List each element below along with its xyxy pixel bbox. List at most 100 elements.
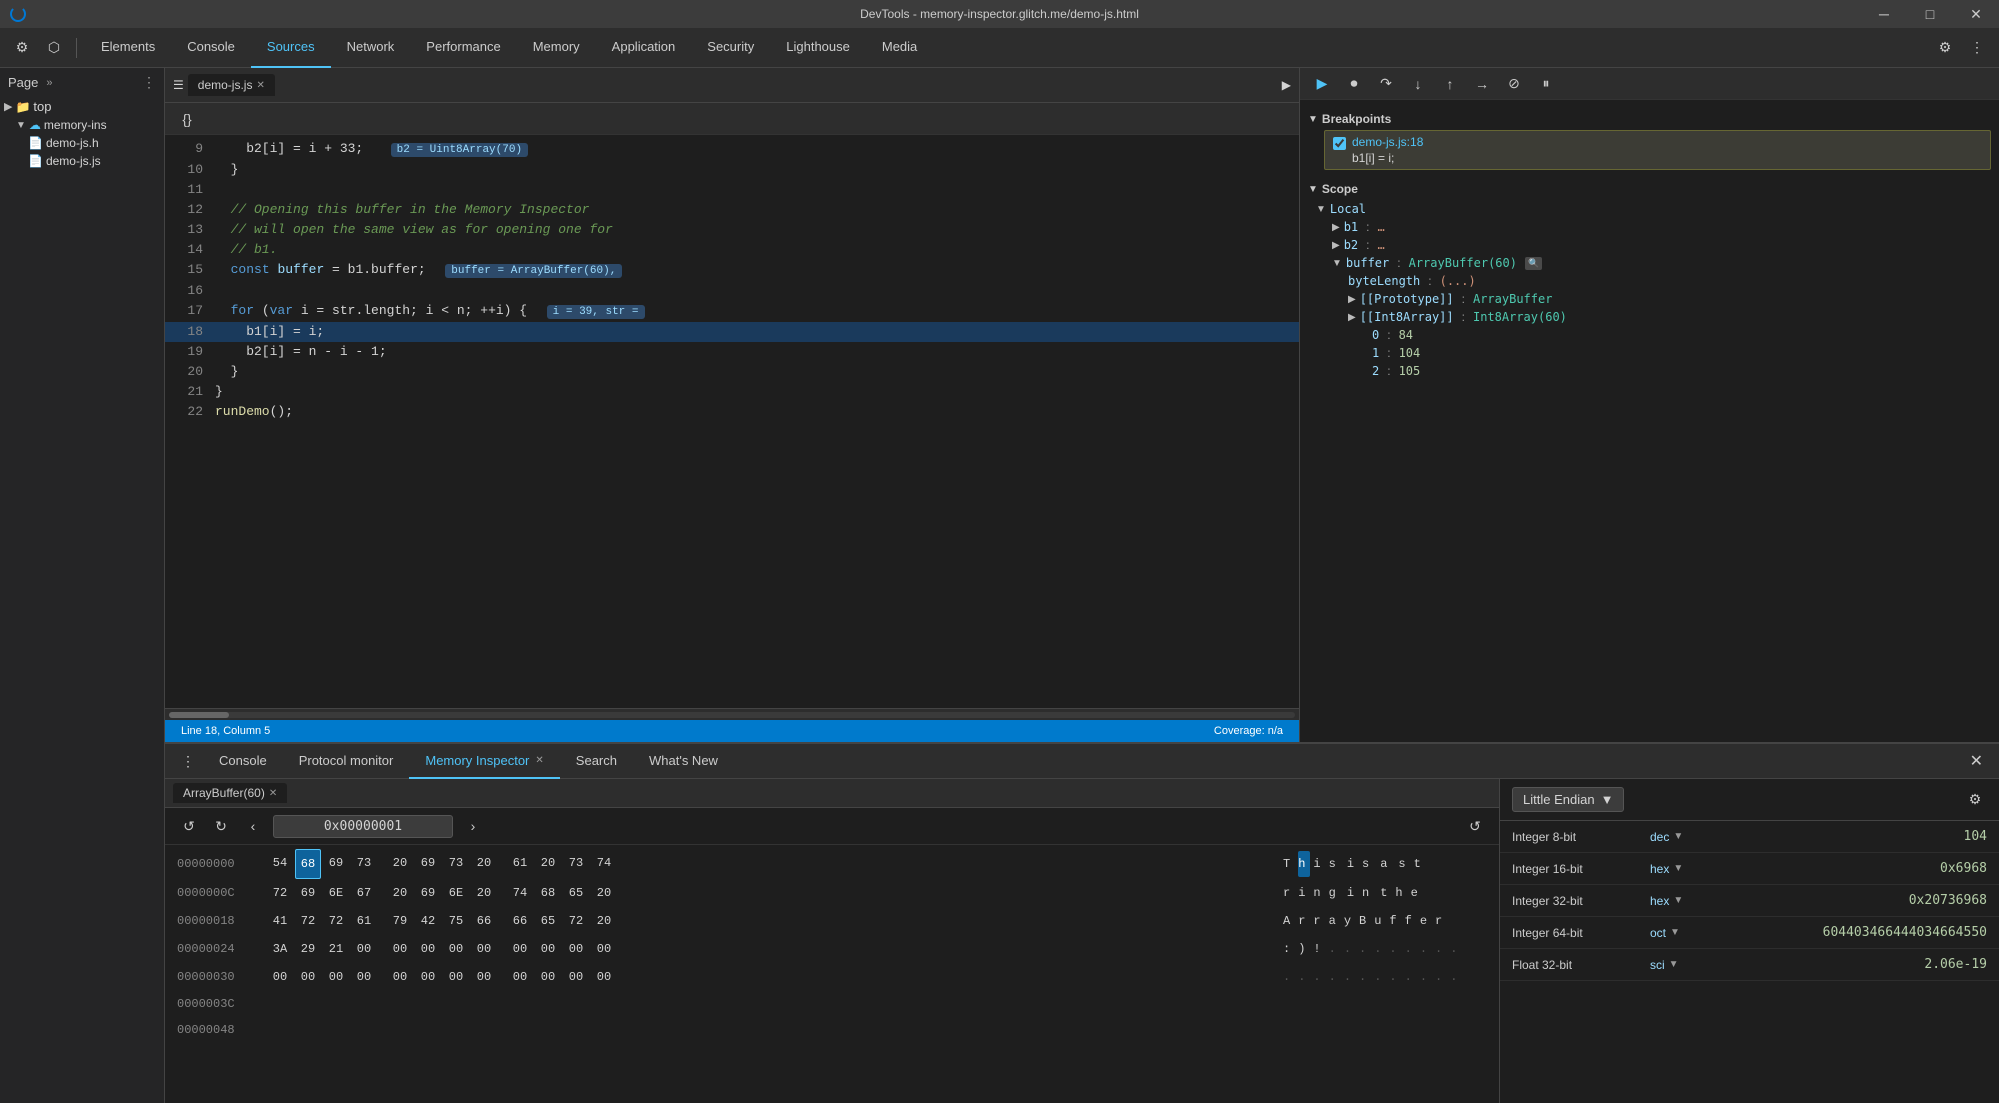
b2-expand-icon: ▶ [1332, 240, 1340, 251]
scope-prototype[interactable]: ▶ [[Prototype]]:ArrayBuffer [1340, 290, 1991, 308]
sidebar-file1[interactable]: 📄 demo-js.h [0, 134, 164, 152]
di-format-int8[interactable]: dec ▼ [1650, 830, 1710, 844]
tab-application[interactable]: Application [596, 28, 692, 68]
scope-header[interactable]: ▼ Scope [1308, 178, 1991, 200]
code-line-16: 16 [165, 281, 1299, 301]
scrollbar-thumb[interactable] [169, 712, 229, 718]
editor-tab-close[interactable]: ✕ [256, 80, 264, 91]
more-icon[interactable]: ⋮ [1963, 34, 1991, 62]
bottom-tab-search[interactable]: Search [560, 744, 633, 779]
tab-lighthouse[interactable]: Lighthouse [770, 28, 866, 68]
breakpoint-checkbox[interactable] [1333, 137, 1346, 150]
resume-button[interactable]: ▶ [1308, 70, 1336, 98]
minimize-button[interactable]: ─ [1861, 0, 1907, 28]
di-format-int16[interactable]: hex ▼ [1650, 862, 1710, 876]
hex-byte[interactable]: 20 [471, 849, 497, 879]
bottom-panel-toggle[interactable]: ⋮ [173, 753, 203, 770]
sidebar-toggle-icon[interactable]: ☰ [173, 78, 184, 92]
code-scrollbar[interactable] [165, 708, 1299, 720]
deactivate-breakpoints-button[interactable]: ⊘ [1500, 70, 1528, 98]
sidebar-more-icon[interactable]: » [46, 77, 52, 89]
sidebar-memory-ins[interactable]: ▼ ☁ memory-ins [0, 116, 164, 134]
scrollbar-track[interactable] [169, 712, 1295, 718]
page-label[interactable]: Page [8, 75, 38, 90]
pause-on-exception-button[interactable]: ⏺ [1340, 70, 1368, 98]
hex-byte[interactable]: 73 [563, 849, 589, 879]
main-toolbar: ⚙ ⬡ Elements Console Sources Network Per… [0, 28, 1999, 68]
sidebar-expand-btn[interactable]: ▶ 📁 top [0, 97, 164, 116]
scope-b2[interactable]: ▶ b2:… [1324, 236, 1991, 254]
code-area[interactable]: 9 b2[i] = i + 33; b2 = Uint8Array(70) 10… [165, 135, 1299, 708]
maximize-button[interactable]: □ [1907, 0, 1953, 28]
bottom-tab-protocol[interactable]: Protocol monitor [283, 744, 410, 779]
hex-bytes-4: 00 00 00 00 00 00 00 00 00 00 00 [267, 963, 1267, 991]
devtools-icon[interactable]: ⚙ [8, 34, 36, 62]
tab-elements[interactable]: Elements [85, 28, 171, 68]
step-into-button[interactable]: ↓ [1404, 70, 1432, 98]
pause-button[interactable]: ⏸ [1532, 70, 1560, 98]
step-over-button[interactable]: ↷ [1372, 70, 1400, 98]
breakpoint-item: demo-js.js:18 b1[i] = i; [1324, 130, 1991, 170]
mi-refresh-btn[interactable]: ↺ [1463, 814, 1487, 838]
mi-tab-close[interactable]: ✕ [535, 755, 543, 766]
settings-icon[interactable]: ⚙ [1931, 34, 1959, 62]
tab-security[interactable]: Security [691, 28, 770, 68]
mi-address-input[interactable] [273, 815, 453, 838]
sidebar-file2[interactable]: 📄 demo-js.js [0, 152, 164, 170]
hex-byte[interactable]: 20 [387, 849, 413, 879]
hex-byte[interactable]: 69 [415, 849, 441, 879]
close-bottom-panel-button[interactable]: ✕ [1962, 751, 1991, 771]
hex-byte[interactable]: 61 [507, 849, 533, 879]
editor-tab-file[interactable]: demo-js.js ✕ [188, 74, 275, 96]
mi-prev-btn[interactable]: ‹ [241, 814, 265, 838]
hex-ascii-2: A r r a y B u f f e r [1267, 908, 1487, 934]
mi-redo-btn[interactable]: ↻ [209, 814, 233, 838]
sidebar-top-item[interactable]: top [33, 99, 51, 114]
breakpoint-location: demo-js.js:18 [1352, 135, 1423, 149]
hex-byte[interactable]: 73 [351, 849, 377, 879]
bottom-tab-console[interactable]: Console [203, 744, 283, 779]
devtools-layout: Page » ⋮ ▶ 📁 top ▼ ☁ memory-ins 📄 demo-j… [0, 68, 1999, 1103]
scope-label: Scope [1322, 182, 1358, 196]
memory-inspect-icon[interactable]: 🔍 [1525, 257, 1542, 270]
step-button[interactable]: → [1468, 70, 1496, 98]
tab-performance[interactable]: Performance [410, 28, 516, 68]
hex-byte[interactable]: 54 [267, 849, 293, 879]
scope-local-header[interactable]: ▼ Local [1308, 200, 1991, 218]
mi-next-btn[interactable]: › [461, 814, 485, 838]
endian-select[interactable]: Little Endian ▼ [1512, 787, 1624, 812]
hex-ascii-0: T h i s i s a s t [1267, 851, 1487, 877]
buffer-tab-close[interactable]: ✕ [269, 788, 277, 799]
di-settings-button[interactable]: ⚙ [1963, 788, 1987, 812]
hex-row-0: 00000000 54 68 69 73 20 69 73 20 61 [165, 849, 1499, 879]
inspect-icon[interactable]: ⬡ [40, 34, 68, 62]
format-icon[interactable]: {} [173, 105, 201, 133]
breakpoints-header[interactable]: ▼ Breakpoints [1308, 108, 1991, 130]
tab-media[interactable]: Media [866, 28, 933, 68]
bottom-tab-whatsnew[interactable]: What's New [633, 744, 734, 779]
hex-byte[interactable]: 74 [591, 849, 617, 879]
hex-byte[interactable]: 69 [323, 849, 349, 879]
sidebar-menu-icon[interactable]: ⋮ [142, 74, 156, 91]
di-format-int32[interactable]: hex ▼ [1650, 894, 1710, 908]
editor-more-icon[interactable]: ▶ [1282, 78, 1291, 92]
mi-undo-btn[interactable]: ↺ [177, 814, 201, 838]
di-format-int64[interactable]: oct ▼ [1650, 926, 1710, 940]
tab-console[interactable]: Console [171, 28, 251, 68]
scope-buffer[interactable]: ▼ buffer:ArrayBuffer(60) 🔍 [1324, 254, 1991, 272]
hex-byte[interactable]: 20 [535, 849, 561, 879]
scope-b1[interactable]: ▶ b1:… [1324, 218, 1991, 236]
hex-row-6: 00000048 [165, 1017, 1499, 1043]
scope-int8array[interactable]: ▶ [[Int8Array]]:Int8Array(60) [1340, 308, 1991, 326]
hex-byte[interactable]: 73 [443, 849, 469, 879]
hex-byte-selected[interactable]: 68 [295, 849, 321, 879]
tab-network[interactable]: Network [331, 28, 411, 68]
di-format-float32[interactable]: sci ▼ [1650, 958, 1710, 972]
tab-memory[interactable]: Memory [517, 28, 596, 68]
close-button[interactable]: ✕ [1953, 0, 1999, 28]
tab-sources[interactable]: Sources [251, 28, 331, 68]
buffer-tab-arraybuffer[interactable]: ArrayBuffer(60) ✕ [173, 783, 287, 803]
step-out-button[interactable]: ↑ [1436, 70, 1464, 98]
bottom-tab-memory-inspector[interactable]: Memory Inspector ✕ [409, 744, 559, 779]
scope-bytelength[interactable]: byteLength:(...) [1340, 272, 1991, 290]
